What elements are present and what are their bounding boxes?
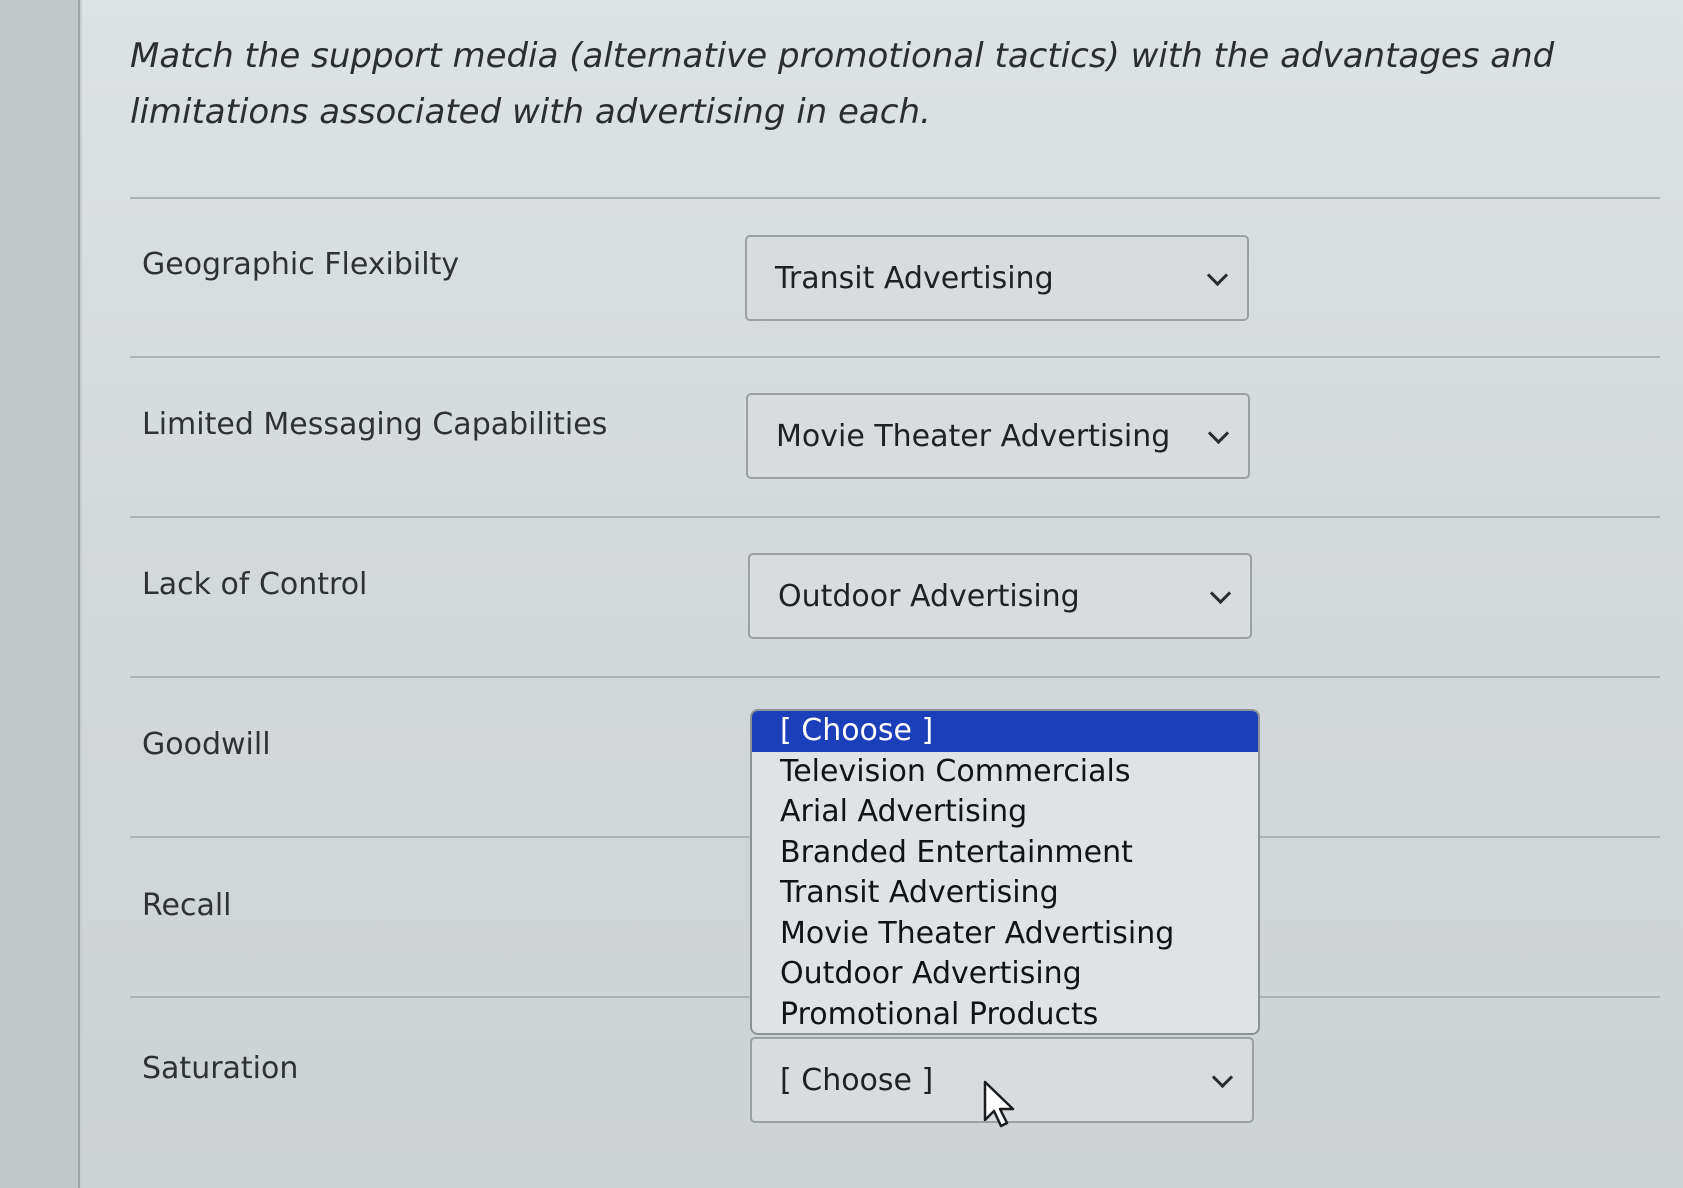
select-value: Transit Advertising [775, 260, 1054, 296]
goodwill-options-list[interactable]: [ Choose ] Television Commercials Arial … [750, 709, 1260, 1035]
mouse-cursor-icon [983, 1080, 1015, 1128]
select-limited-messaging[interactable]: Movie Theater Advertising [746, 393, 1250, 479]
row-label-saturation: Saturation [142, 1051, 299, 1086]
option-branded-entertainment[interactable]: Branded Entertainment [752, 833, 1258, 874]
option-promotional-products[interactable]: Promotional Products [752, 995, 1258, 1034]
row-divider [130, 516, 1660, 518]
row-label-limited-messaging: Limited Messaging Capabilities [142, 407, 608, 442]
row-divider [130, 676, 1660, 678]
select-value: Outdoor Advertising [778, 578, 1080, 614]
row-label-geographic-flexibility: Geographic Flexibilty [142, 247, 460, 282]
option-choose[interactable]: [ Choose ] [752, 711, 1258, 752]
option-television-commercials[interactable]: Television Commercials [752, 752, 1258, 793]
question-text: Match the support media (alternative pro… [130, 36, 1555, 132]
select-value: [ Choose ] [780, 1062, 934, 1098]
option-movie-theater-advertising[interactable]: Movie Theater Advertising [752, 914, 1258, 955]
row-divider [130, 197, 1660, 199]
option-outdoor-advertising[interactable]: Outdoor Advertising [752, 954, 1258, 995]
chevron-down-icon [1209, 582, 1232, 605]
select-value: Movie Theater Advertising [776, 418, 1171, 454]
chevron-down-icon [1206, 264, 1229, 287]
row-label-recall: Recall [142, 888, 232, 923]
chevron-down-icon [1211, 1066, 1234, 1089]
chevron-down-icon [1207, 422, 1230, 445]
select-lack-of-control[interactable]: Outdoor Advertising [748, 553, 1252, 639]
row-label-lack-of-control: Lack of Control [142, 567, 368, 602]
select-geographic-flexibility[interactable]: Transit Advertising [745, 235, 1249, 321]
option-transit-advertising[interactable]: Transit Advertising [752, 873, 1258, 914]
row-divider [130, 356, 1660, 358]
row-label-goodwill: Goodwill [142, 727, 271, 762]
option-arial-advertising[interactable]: Arial Advertising [752, 792, 1258, 833]
page-left-gutter [0, 0, 80, 1188]
